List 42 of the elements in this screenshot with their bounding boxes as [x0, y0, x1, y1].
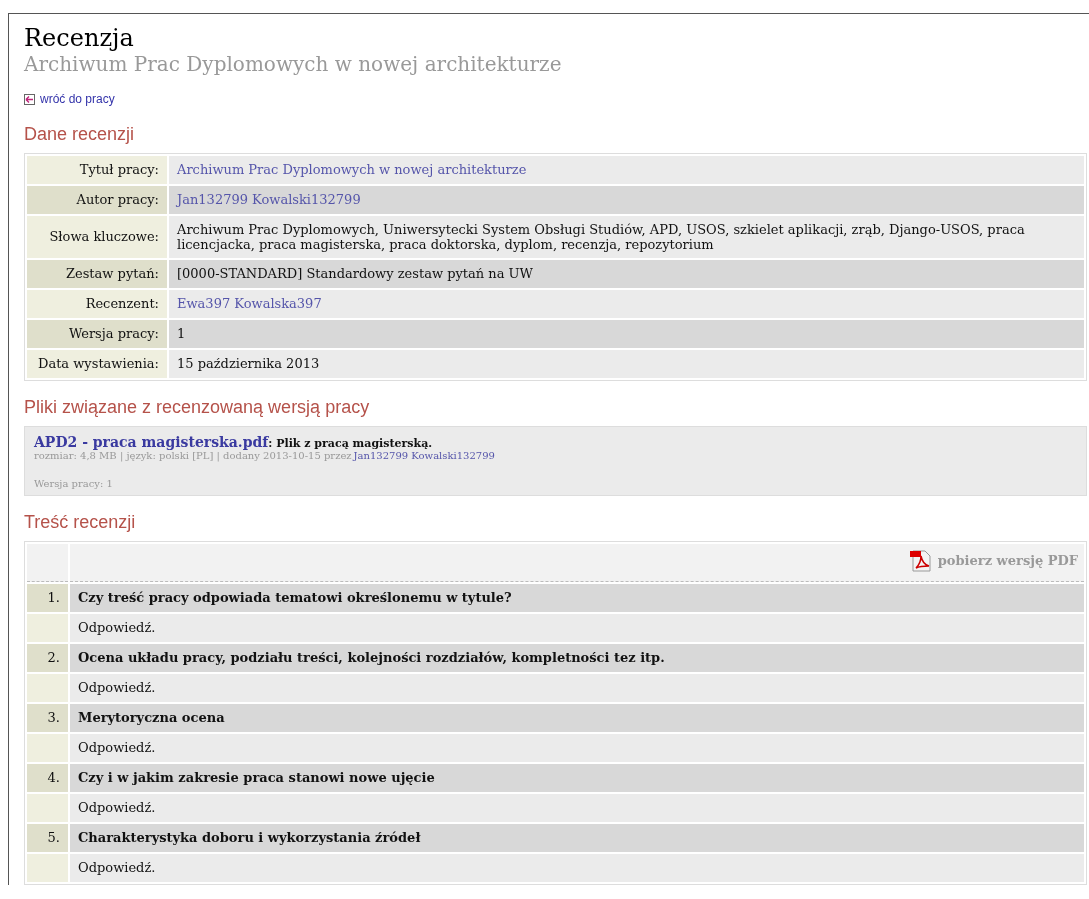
field-label: Wersja pracy:: [27, 319, 167, 348]
field-label: Tytuł pracy:: [27, 155, 167, 184]
question-number: 4.: [27, 763, 68, 792]
field-value: [0000-STANDARD] Standardowy zestaw pytań na UW: [169, 259, 1084, 288]
field-value: Archiwum Prac Dyplomowych, Uniwersytecki System Obsługi Studiów, APD, USOS, szkielet aplikacji, zrąb, Django-USOS, praca licencjacka, praca magisterska, praca doktorska, dyplom, recenzja, repozytorium: [169, 215, 1084, 258]
question-number: 1.: [27, 583, 68, 612]
question-number: 3.: [27, 703, 68, 732]
file-description: : Plik z pracą magisterską.: [268, 436, 433, 450]
field-label: Zestaw pytań:: [27, 259, 167, 288]
back-link[interactable]: wróć do pracy: [24, 92, 115, 106]
value-link[interactable]: Archiwum Prac Dyplomowych w nowej architekturze: [177, 162, 527, 177]
value-link[interactable]: Jan132799 Kowalski132799: [177, 192, 361, 207]
file-meta: rozmiar: 4,8 MB | język: polski [PL] | dodany 2013-10-15 przez: [34, 449, 352, 461]
page-subtitle: Archiwum Prac Dyplomowych w nowej architekturze: [24, 52, 563, 76]
section-heading: Treść recenzji: [24, 511, 137, 533]
answer-text: Odpowiedź.: [70, 793, 1084, 822]
field-label: Autor pracy:: [27, 185, 167, 214]
value-link[interactable]: Ewa397 Kowalska397: [177, 296, 322, 311]
section-heading: Pliki związane z recenzowaną wersją pracy: [24, 396, 371, 418]
answer-text: Odpowiedź.: [70, 733, 1084, 762]
question-text: Charakterystyka doboru i wykorzystania źródeł: [70, 823, 1084, 852]
field-value: 1: [169, 319, 1084, 348]
question-text: Czy i w jakim zakresie praca stanowi nowe ujęcie: [70, 763, 1084, 792]
page-title: Recenzja: [24, 24, 135, 52]
answer-text: Odpowiedź.: [70, 673, 1084, 702]
back-arrow-icon: [24, 93, 35, 105]
field-value: 15 października 2013: [169, 349, 1084, 378]
pdf-file-icon: [909, 549, 932, 572]
question-number: 5.: [27, 823, 68, 852]
question-text: Merytoryczna ocena: [70, 703, 1084, 732]
question-text: Ocena układu pracy, podziału treści, kolejności rozdziałów, kompletności tez itp.: [70, 643, 1084, 672]
question-number: 2.: [27, 643, 68, 672]
author-link[interactable]: Jan132799 Kowalski132799: [353, 449, 495, 461]
answer-text: Odpowiedź.: [70, 613, 1084, 642]
answer-text: Odpowiedź.: [70, 853, 1084, 882]
file-version: Wersja pracy: 1: [34, 477, 114, 489]
section-heading: Dane recenzji: [24, 123, 136, 145]
field-label: Data wystawienia:: [27, 349, 167, 378]
file-link[interactable]: APD2 - praca magisterska.pdf: [34, 433, 269, 450]
field-label: Recenzent:: [27, 289, 167, 318]
field-label: Słowa kluczowe:: [27, 215, 167, 258]
question-text: Czy treść pracy odpowiada tematowi określonemu w tytule?: [70, 583, 1084, 612]
